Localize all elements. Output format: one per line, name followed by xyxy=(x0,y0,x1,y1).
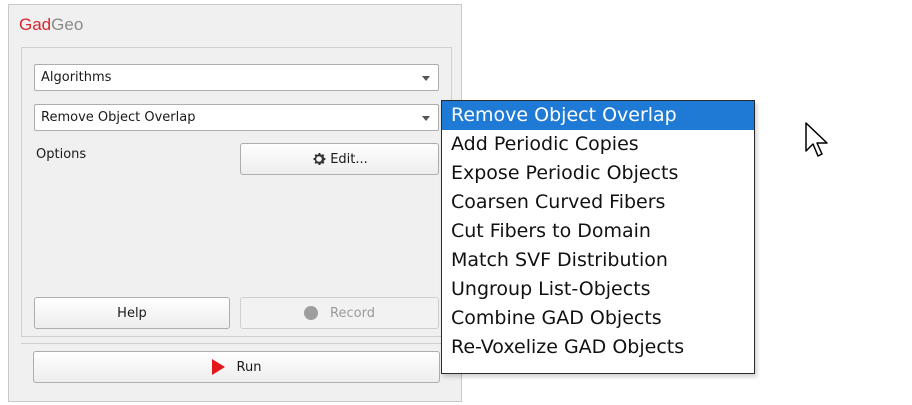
algorithm-select-combobox[interactable]: Remove Object Overlap xyxy=(34,104,439,131)
brand-geo: Geo xyxy=(51,15,84,34)
algorithms-combobox-value: Algorithms xyxy=(41,70,112,85)
divider xyxy=(21,343,452,344)
record-button[interactable]: Record xyxy=(240,297,439,329)
dropdown-item-combine-gad-objects[interactable]: Combine GAD Objects xyxy=(442,304,754,333)
help-button[interactable]: Help xyxy=(34,297,230,329)
mouse-pointer-icon xyxy=(805,122,828,157)
edit-button[interactable]: Edit... xyxy=(240,143,439,175)
chevron-down-icon xyxy=(422,116,430,121)
dropdown-item-remove-object-overlap[interactable]: Remove Object Overlap xyxy=(442,101,754,130)
run-button-label: Run xyxy=(236,359,262,375)
record-button-label: Record xyxy=(330,305,375,321)
algorithm-dropdown-list: Remove Object Overlap Add Periodic Copie… xyxy=(441,100,755,374)
chevron-down-icon xyxy=(422,76,430,81)
app-title: GadGeo xyxy=(19,15,83,35)
play-icon xyxy=(211,359,225,375)
gear-icon xyxy=(313,153,326,165)
algorithm-group: Algorithms Remove Object Overlap Options… xyxy=(21,47,452,337)
algorithms-combobox[interactable]: Algorithms xyxy=(34,64,439,91)
record-dot-icon xyxy=(304,306,319,320)
dropdown-item-ungroup-list-objects[interactable]: Ungroup List-Objects xyxy=(442,275,754,304)
dropdown-item-coarsen-curved-fibers[interactable]: Coarsen Curved Fibers xyxy=(442,188,754,217)
dropdown-item-add-periodic-copies[interactable]: Add Periodic Copies xyxy=(442,130,754,159)
algorithm-select-value: Remove Object Overlap xyxy=(41,110,196,125)
dropdown-item-match-svf-distribution[interactable]: Match SVF Distribution xyxy=(442,246,754,275)
dropdown-item-cut-fibers-to-domain[interactable]: Cut Fibers to Domain xyxy=(442,217,754,246)
edit-button-label: Edit... xyxy=(330,151,368,167)
dropdown-item-expose-periodic-objects[interactable]: Expose Periodic Objects xyxy=(442,159,754,188)
help-button-label: Help xyxy=(117,305,147,321)
run-button[interactable]: Run xyxy=(33,351,440,383)
brand-gad: Gad xyxy=(19,15,52,34)
gadgeo-panel: GadGeo Algorithms Remove Object Overlap … xyxy=(8,4,462,402)
dropdown-item-re-voxelize-gad-objects[interactable]: Re-Voxelize GAD Objects xyxy=(442,333,754,362)
options-label: Options xyxy=(36,147,87,162)
